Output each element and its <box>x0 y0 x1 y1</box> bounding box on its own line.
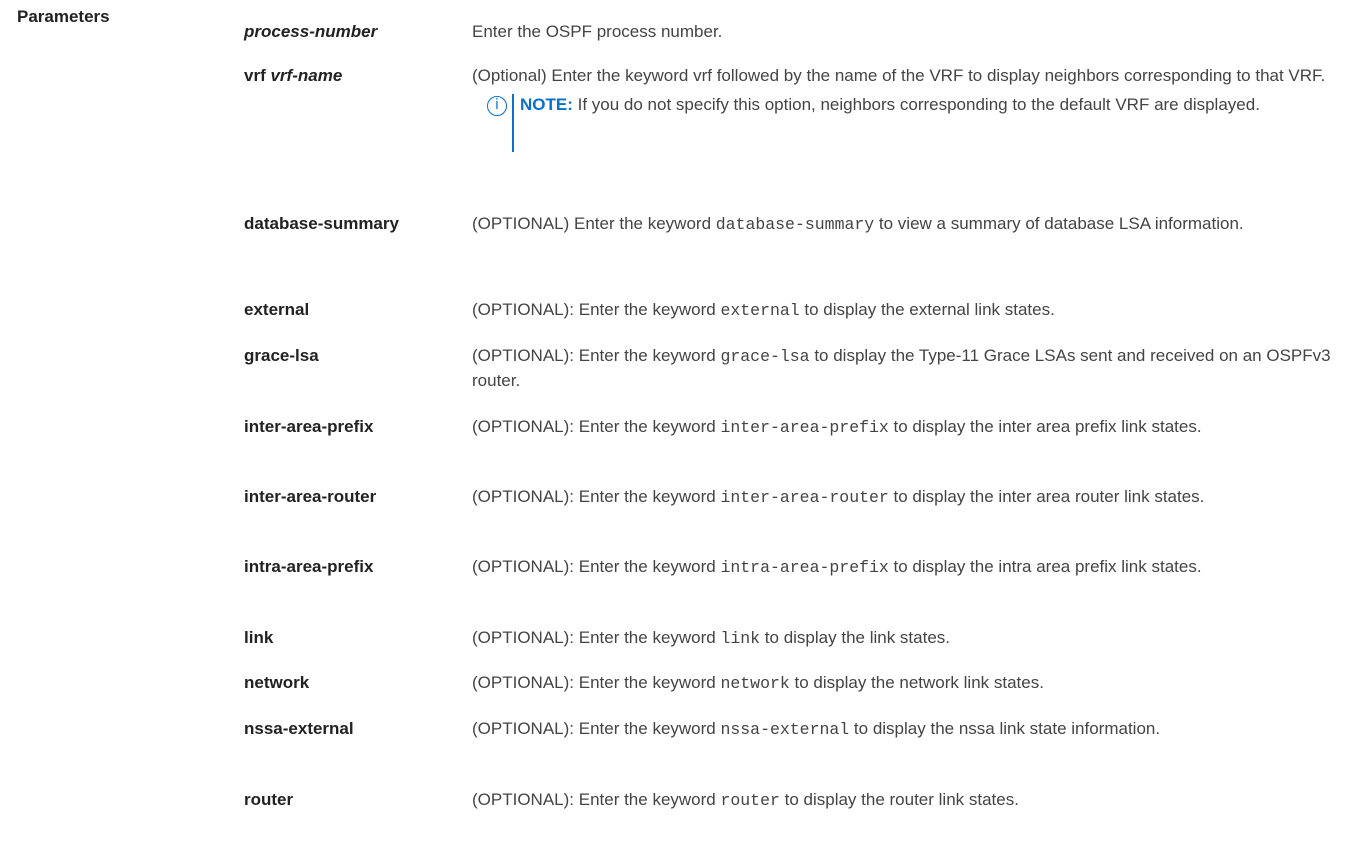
param-description-text: to display the nssa link state informati… <box>849 719 1161 738</box>
param-code-keyword: link <box>720 629 761 648</box>
param-description: (OPTIONAL): Enter the keyword intra-area… <box>472 555 1362 580</box>
param-name: external <box>244 300 310 319</box>
param-name: inter-area-prefix <box>244 417 374 436</box>
param-description-text: (OPTIONAL): Enter the keyword <box>472 346 721 365</box>
param-description-text: to display the external link states. <box>799 300 1055 319</box>
param-term: database-summary <box>244 212 414 236</box>
param-description-text: to display the network link states. <box>789 673 1044 692</box>
param-name: inter-area-router <box>244 487 377 506</box>
param-description: (OPTIONAL): Enter the keyword grace-lsa … <box>472 344 1362 393</box>
param-description-text: to view a summary of database LSA inform… <box>874 214 1244 233</box>
param-description-text: to display the intra area prefix link st… <box>888 557 1202 576</box>
param-term: inter-area-router <box>244 485 454 509</box>
param-code-keyword: network <box>720 674 790 693</box>
param-description: (OPTIONAL) Enter the keyword database-su… <box>472 212 1362 237</box>
param-name: vrf-name <box>270 66 343 85</box>
param-description: Enter the OSPF process number. <box>472 20 1362 44</box>
param-term: link <box>244 626 454 650</box>
param-term: nssa-external <box>244 717 454 741</box>
param-code-keyword: external <box>720 301 800 320</box>
param-description-text: Enter the OSPF process number. <box>472 22 723 41</box>
param-description: (OPTIONAL): Enter the keyword nssa-exter… <box>472 717 1362 742</box>
param-description-text: to display the router link states. <box>779 790 1019 809</box>
param-name: router <box>244 790 294 809</box>
param-description-text: (OPTIONAL): Enter the keyword <box>472 790 721 809</box>
param-description: (OPTIONAL): Enter the keyword network to… <box>472 671 1362 696</box>
param-code-keyword: nssa-external <box>720 720 850 739</box>
param-description: (OPTIONAL): Enter the keyword inter-area… <box>472 415 1362 440</box>
param-description-text: (OPTIONAL): Enter the keyword <box>472 628 721 647</box>
section-title-parameters: Parameters <box>17 7 110 26</box>
info-circle-icon: i <box>487 96 507 116</box>
param-code-keyword: database-summary <box>715 215 875 234</box>
param-term: external <box>244 298 454 322</box>
param-term: grace-lsa <box>244 344 454 368</box>
note-callout: i NOTE: If you do not specify this optio… <box>472 90 1362 152</box>
note-label: NOTE: <box>520 95 573 114</box>
param-code-keyword: grace-lsa <box>720 347 810 366</box>
param-description-text: to display the inter area router link st… <box>888 487 1205 506</box>
param-description: (OPTIONAL): Enter the keyword link to di… <box>472 626 1362 651</box>
param-keyword: vrf <box>244 66 266 85</box>
param-description-text: (OPTIONAL): Enter the keyword <box>472 417 721 436</box>
param-code-keyword: inter-area-router <box>720 488 889 507</box>
param-term: vrf vrf-name <box>244 64 454 88</box>
param-term: network <box>244 671 454 695</box>
param-description: (OPTIONAL): Enter the keyword inter-area… <box>472 485 1362 510</box>
param-name: network <box>244 673 310 692</box>
param-name: database-summary <box>244 214 399 233</box>
param-description-text: (OPTIONAL): Enter the keyword <box>472 300 721 319</box>
param-term: inter-area-prefix <box>244 415 454 439</box>
param-term: router <box>244 788 454 812</box>
param-description: (OPTIONAL): Enter the keyword external t… <box>472 298 1362 323</box>
param-description: (Optional) Enter the keyword vrf followe… <box>472 64 1362 152</box>
note-divider <box>512 94 514 152</box>
param-description-text: to display the inter area prefix link st… <box>888 417 1202 436</box>
param-name: intra-area-prefix <box>244 557 374 576</box>
param-name: process-number <box>244 22 378 41</box>
note-text: If you do not specify this option, neigh… <box>572 95 1260 114</box>
param-code-keyword: intra-area-prefix <box>720 558 889 577</box>
param-description-text: (OPTIONAL): Enter the keyword <box>472 557 721 576</box>
param-description-text: (OPTIONAL): Enter the keyword <box>472 719 721 738</box>
param-description: (OPTIONAL): Enter the keyword router to … <box>472 788 1362 813</box>
param-name: link <box>244 628 274 647</box>
param-term: intra-area-prefix <box>244 555 454 579</box>
param-description-text: (OPTIONAL): Enter the keyword <box>472 673 721 692</box>
param-description-text: (Optional) Enter the keyword vrf followe… <box>472 66 1326 85</box>
param-description-text: (OPTIONAL) Enter the keyword <box>472 214 716 233</box>
param-term: process-number <box>244 20 454 44</box>
param-name: grace-lsa <box>244 346 319 365</box>
param-description-text: to display the link states. <box>760 628 951 647</box>
param-name: nssa-external <box>244 719 354 738</box>
param-code-keyword: router <box>720 791 780 810</box>
param-description-text: (OPTIONAL): Enter the keyword <box>472 487 721 506</box>
param-code-keyword: inter-area-prefix <box>720 418 889 437</box>
